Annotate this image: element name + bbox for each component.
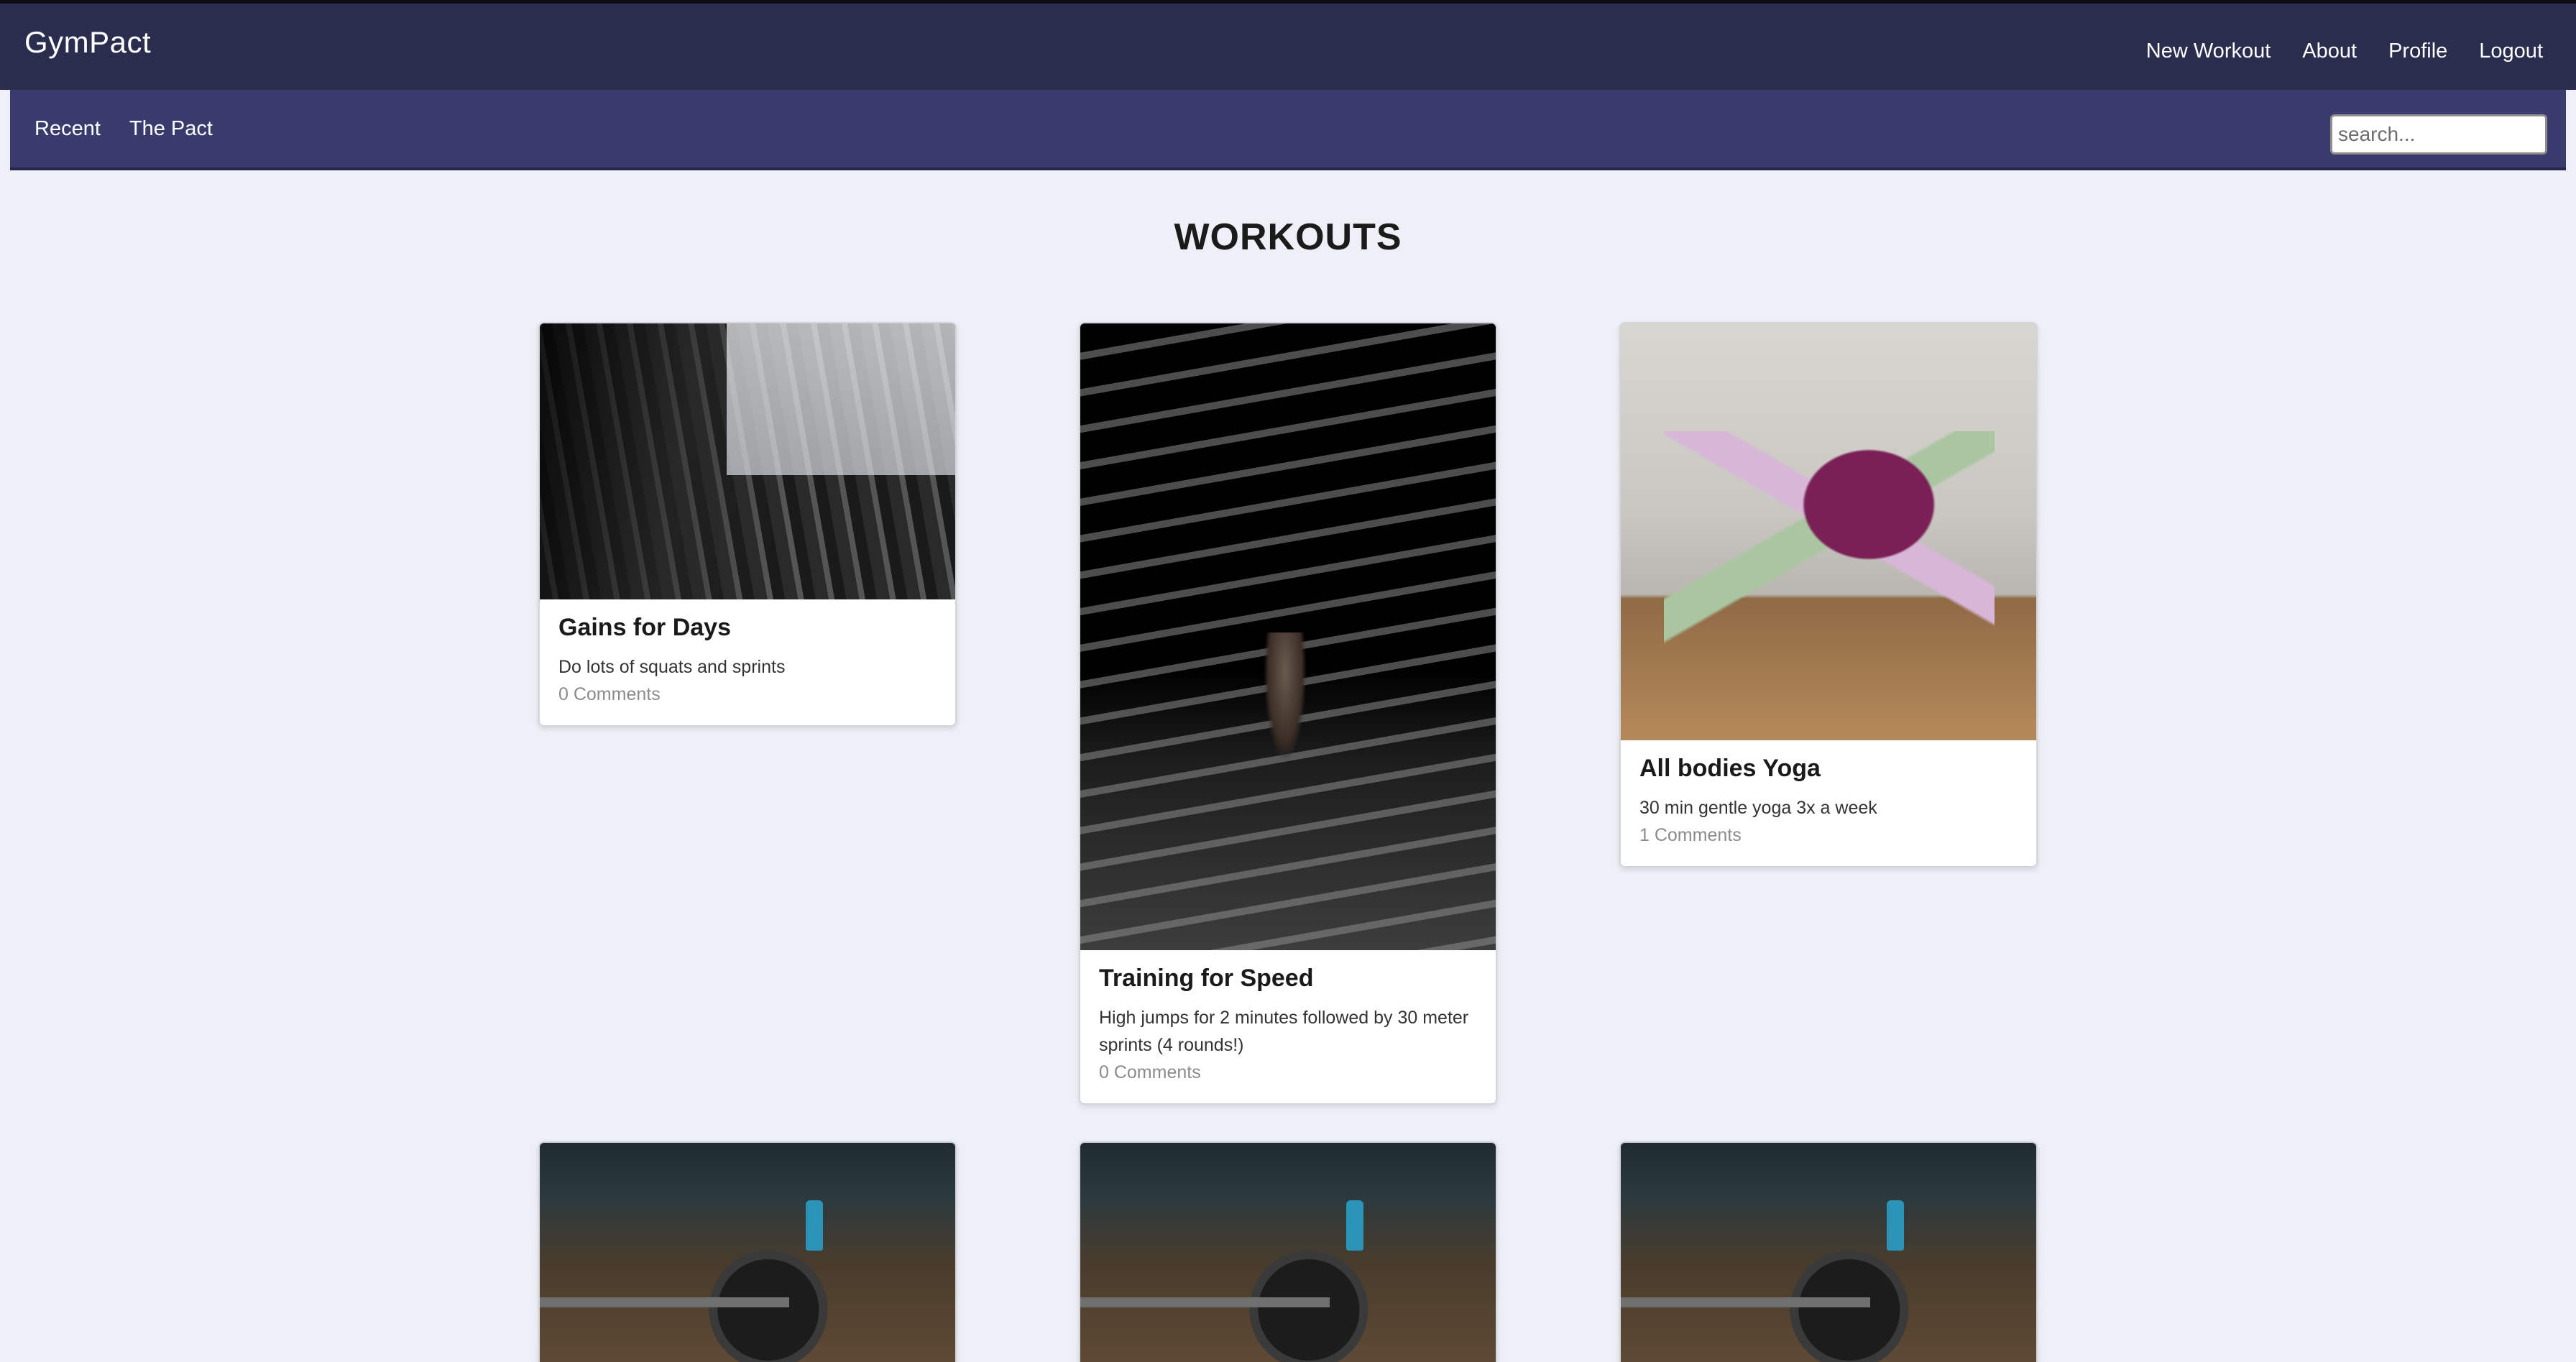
card-comments-count[interactable]: 0 Comments — [1099, 1059, 1477, 1086]
nav-new-workout-link[interactable]: New Workout — [2146, 40, 2271, 63]
brand-logo-link[interactable]: GymPact — [24, 25, 151, 60]
barbell-bar — [1621, 1297, 1870, 1307]
nav-about-link[interactable]: About — [2302, 40, 2357, 63]
search-input[interactable] — [2330, 114, 2547, 155]
runner-figure — [1264, 632, 1307, 762]
water-bottle — [806, 1200, 823, 1251]
card-body: Gains for Days Do lots of squats and spr… — [540, 599, 955, 725]
workout-image-yoga — [1621, 323, 2036, 740]
top-navbar: GymPact New Workout About Profile Logout — [0, 0, 2576, 90]
sub-nav-links: Recent The Pact — [34, 117, 213, 141]
card-comments-count[interactable]: 0 Comments — [558, 681, 937, 708]
card-body: Training for Speed High jumps for 2 minu… — [1080, 950, 1496, 1103]
workout-card-training-for-speed[interactable]: Training for Speed High jumps for 2 minu… — [1079, 322, 1497, 1105]
workout-card-all-bodies-yoga[interactable]: All bodies Yoga 30 min gentle yoga 3x a … — [1619, 322, 2038, 868]
water-bottle — [1887, 1200, 1904, 1251]
card-comments-count[interactable]: 1 Comments — [1639, 822, 2018, 849]
card-description: 30 min gentle yoga 3x a week — [1639, 798, 1877, 818]
top-nav-links: New Workout About Profile Logout — [2146, 40, 2543, 63]
sub-navbar: Recent The Pact — [10, 90, 2566, 170]
workout-card-barbell-3[interactable] — [1619, 1141, 2038, 1362]
card-description: High jumps for 2 minutes followed by 30 … — [1099, 1008, 1469, 1055]
subnav-the-pact-link[interactable]: The Pact — [129, 117, 213, 141]
workout-image-barbell — [1080, 1143, 1496, 1362]
card-title[interactable]: Training for Speed — [1099, 965, 1477, 993]
card-title[interactable]: All bodies Yoga — [1639, 755, 2018, 783]
card-body: All bodies Yoga 30 min gentle yoga 3x a … — [1621, 740, 2036, 866]
subnav-recent-link[interactable]: Recent — [34, 117, 101, 141]
card-title[interactable]: Gains for Days — [558, 614, 937, 642]
workout-image-barbell — [540, 1143, 955, 1362]
nav-profile-link[interactable]: Profile — [2388, 40, 2447, 63]
workout-card-gains-for-days[interactable]: Gains for Days Do lots of squats and spr… — [538, 322, 957, 727]
water-bottle — [1346, 1200, 1363, 1251]
card-description: Do lots of squats and sprints — [558, 657, 786, 677]
workout-card-barbell-2[interactable] — [1079, 1141, 1497, 1362]
workout-image-runner — [1080, 323, 1496, 950]
workout-image-barbell — [1621, 1143, 2036, 1362]
barbell-bar — [540, 1297, 789, 1307]
workout-card-barbell-1[interactable] — [538, 1141, 957, 1362]
yoga-figure — [1664, 431, 1995, 676]
workout-image-dumbbells — [540, 323, 955, 599]
page-title: WORKOUTS — [1174, 216, 1402, 258]
barbell-bar — [1080, 1297, 1330, 1307]
nav-logout-link[interactable]: Logout — [2479, 40, 2543, 63]
